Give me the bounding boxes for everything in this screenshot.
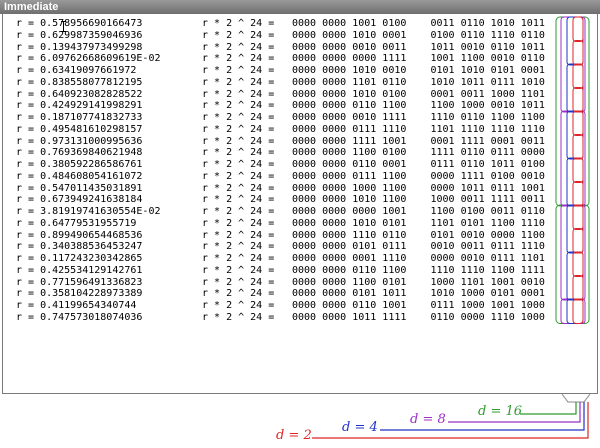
- brace: [561, 393, 591, 403]
- group-box-d2: [572, 228, 584, 254]
- group-box-d2: [572, 298, 584, 324]
- leader-d16: [520, 402, 577, 415]
- group-box-d2: [572, 251, 584, 277]
- group-box-d2: [572, 63, 584, 89]
- group-box-d2: [572, 157, 584, 183]
- group-box-d4: [566, 298, 584, 324]
- legend-label-d4: d = 4: [342, 420, 378, 435]
- legend-label-d8: d = 8: [410, 412, 446, 427]
- group-box-d2: [572, 87, 584, 113]
- group-box-d2: [572, 16, 584, 42]
- group-box-d2: [572, 110, 584, 136]
- group-box-d2: [572, 134, 584, 160]
- group-box-d2: [572, 40, 584, 66]
- legend-label-d16: d = 16: [478, 404, 523, 419]
- legend-label-d2: d = 2: [276, 428, 312, 443]
- annotation-overlay: [312, 16, 591, 439]
- group-box-d2: [572, 181, 584, 207]
- group-box-d2: [572, 275, 584, 301]
- group-box-d2: [572, 204, 584, 230]
